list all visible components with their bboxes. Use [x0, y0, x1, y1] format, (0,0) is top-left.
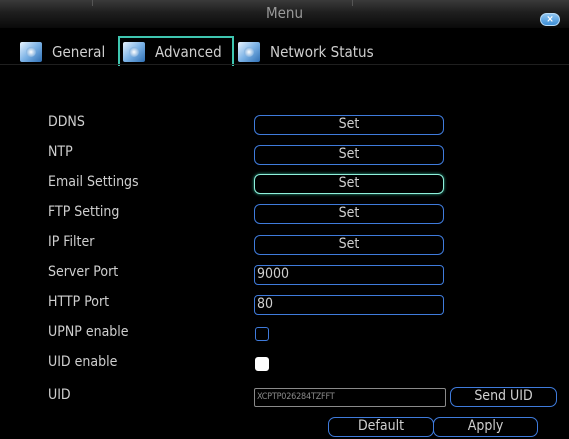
tab-network-status[interactable]: Network Status — [238, 37, 374, 67]
uid-enable-label: UID enable — [48, 354, 118, 370]
tab-label: General — [52, 43, 106, 61]
menu-window: Menu × General Advanced Network Status D… — [0, 0, 569, 439]
tab-bar: General Advanced Network Status — [0, 34, 569, 66]
send-uid-button[interactable]: Send UID — [450, 387, 557, 407]
ftp-set-button[interactable]: Set — [254, 204, 444, 224]
server-port-label: Server Port — [48, 264, 119, 280]
default-button[interactable]: Default — [328, 417, 434, 437]
ip-filter-set-button[interactable]: Set — [254, 235, 444, 255]
ftp-setting-label: FTP Setting — [48, 204, 120, 220]
settings-app-icon — [238, 42, 260, 62]
ddns-set-button[interactable]: Set — [254, 115, 444, 135]
close-button[interactable]: × — [540, 13, 560, 26]
tab-advanced[interactable]: Advanced — [118, 36, 234, 66]
settings-app-icon — [123, 42, 145, 62]
ntp-set-button[interactable]: Set — [254, 145, 444, 165]
http-port-input[interactable]: 80 — [254, 295, 444, 315]
upnp-enable-label: UPNP enable — [48, 324, 129, 340]
http-port-label: HTTP Port — [48, 294, 110, 310]
server-port-input[interactable]: 9000 — [254, 265, 444, 285]
tab-label: Network Status — [270, 43, 374, 61]
upnp-enable-checkbox[interactable] — [255, 327, 269, 341]
close-icon: × — [546, 14, 554, 25]
uid-label: UID — [48, 387, 71, 403]
ntp-label: NTP — [48, 144, 73, 160]
settings-app-icon — [20, 42, 42, 62]
ddns-label: DDNS — [48, 114, 85, 130]
tab-label: Advanced — [155, 43, 222, 61]
tab-divider — [0, 64, 569, 65]
tab-general[interactable]: General — [20, 37, 105, 67]
email-settings-set-button[interactable]: Set — [254, 174, 444, 194]
email-settings-label: Email Settings — [48, 174, 139, 190]
uid-enable-checkbox[interactable] — [255, 357, 269, 371]
title-bar: Menu × — [0, 0, 569, 28]
ip-filter-label: IP Filter — [48, 234, 95, 250]
apply-button[interactable]: Apply — [433, 417, 538, 437]
window-title: Menu — [265, 4, 304, 22]
uid-input[interactable]: XCPTP026284TZFFT — [254, 388, 446, 407]
